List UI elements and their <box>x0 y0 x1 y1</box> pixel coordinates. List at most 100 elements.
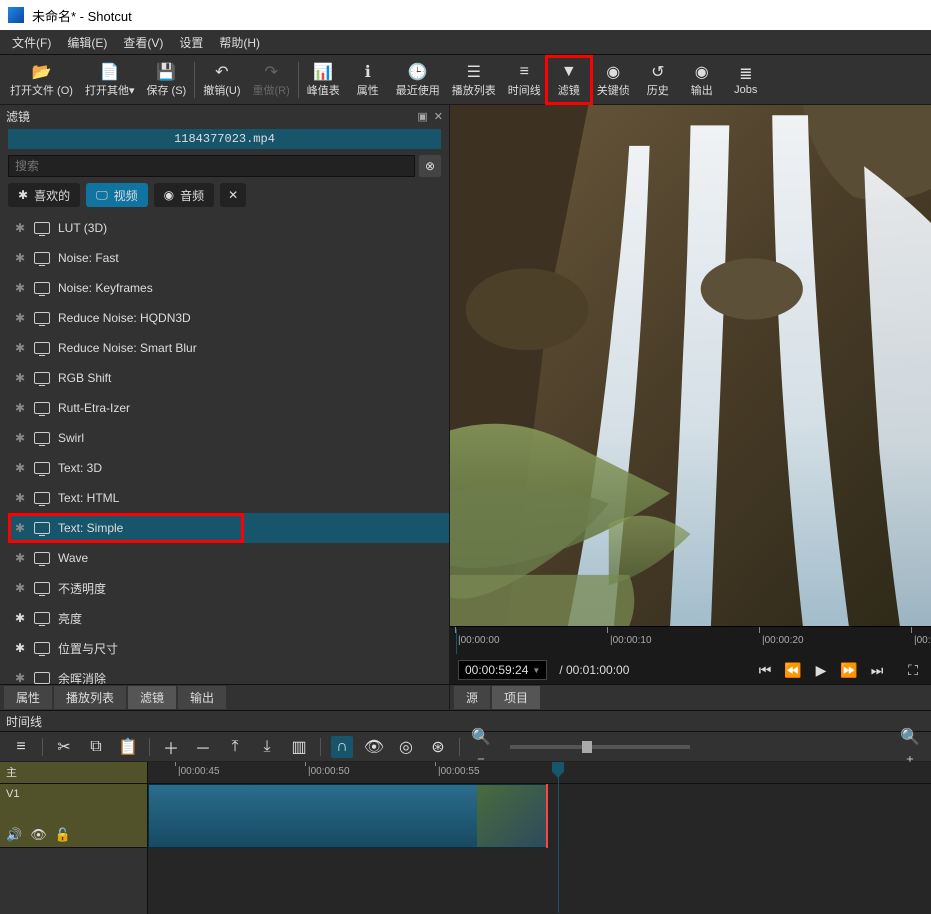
filter-item[interactable]: ✱余晖消除 <box>8 663 449 684</box>
favorite-star-icon[interactable]: ✱ <box>14 611 26 625</box>
timeline-clip[interactable] <box>148 784 548 848</box>
zoom-thumb[interactable] <box>582 741 592 753</box>
remove-button[interactable]: － <box>192 735 214 759</box>
favorite-star-icon[interactable]: ✱ <box>14 521 26 535</box>
ripple-all-button[interactable]: ⊛ <box>427 737 449 757</box>
source-project-tab[interactable]: 项目 <box>492 686 540 709</box>
favorite-star-icon[interactable]: ✱ <box>14 311 26 325</box>
tab-favorites[interactable]: ✱喜欢的 <box>8 183 80 207</box>
menu-item[interactable]: 帮助(H) <box>211 30 268 55</box>
timeline-menu-button[interactable]: ≡ <box>10 738 32 756</box>
undo-button[interactable]: ↶撤销(U) <box>197 57 246 103</box>
panel-tab[interactable]: 播放列表 <box>54 686 126 709</box>
lift-button[interactable]: ⤒ <box>224 738 246 756</box>
zoom-slider[interactable] <box>510 745 690 749</box>
current-timecode[interactable]: 00:00:59:24▼ <box>458 660 547 680</box>
timeline-tracks-area[interactable]: |00:00:45|00:00:50|00:00:55 <box>148 762 931 914</box>
paste-button[interactable]: 📋 <box>117 737 139 757</box>
snap-button[interactable]: ∩ <box>331 736 353 758</box>
tab-video[interactable]: 🖵视频 <box>86 183 148 207</box>
favorite-star-icon[interactable]: ✱ <box>14 641 26 655</box>
filter-item[interactable]: ✱Text: 3D <box>8 453 449 483</box>
favorite-star-icon[interactable]: ✱ <box>14 341 26 355</box>
filter-item[interactable]: ✱RGB Shift <box>8 363 449 393</box>
copy-button[interactable]: ⧉ <box>85 738 107 756</box>
overwrite-button[interactable]: ⤓ <box>256 738 278 756</box>
favorite-star-icon[interactable]: ✱ <box>14 281 26 295</box>
filter-item[interactable]: ✱Wave <box>8 543 449 573</box>
filter-item[interactable]: ✱Noise: Fast <box>8 243 449 273</box>
properties-button[interactable]: ℹ属性 <box>346 57 390 103</box>
cut-button[interactable]: ✂ <box>53 737 75 757</box>
rewind-button[interactable]: ⏪ <box>783 662 803 679</box>
panel-close-icon[interactable]: ✕ <box>434 110 443 123</box>
panel-float-icon[interactable]: ▣ <box>417 110 427 123</box>
favorite-star-icon[interactable]: ✱ <box>14 461 26 475</box>
favorite-star-icon[interactable]: ✱ <box>14 431 26 445</box>
keyframes-button[interactable]: ◉关键侦 <box>591 57 636 103</box>
timeline-master-header[interactable]: 主 <box>0 762 147 784</box>
peak-meter-button[interactable]: 📊峰值表 <box>301 57 346 103</box>
tab-audio[interactable]: ◉音频 <box>154 183 215 207</box>
filter-search-input[interactable] <box>8 155 415 177</box>
fullscreen-button[interactable]: ⛶ <box>903 662 923 679</box>
filter-item[interactable]: ✱Text: Simple <box>8 513 449 543</box>
panel-tab[interactable]: 滤镜 <box>128 686 176 709</box>
favorite-star-icon[interactable]: ✱ <box>14 551 26 565</box>
close-filter-picker-button[interactable]: ✕ <box>220 183 246 207</box>
play-button[interactable]: ▶ <box>811 662 831 679</box>
clear-search-button[interactable]: ⊗ <box>419 155 441 177</box>
panel-tab[interactable]: 属性 <box>4 686 52 709</box>
playlist-button[interactable]: ☰播放列表 <box>446 57 502 103</box>
filter-item[interactable]: ✱Rutt-Etra-Izer <box>8 393 449 423</box>
filter-item[interactable]: ✱LUT (3D) <box>8 213 449 243</box>
preview-time-ruler[interactable]: |00:00:00|00:00:10|00:00:20|00:00: <box>450 626 931 656</box>
zoom-in-button[interactable]: 🔍₊ <box>899 727 921 767</box>
filter-item[interactable]: ✱Swirl <box>8 423 449 453</box>
timeline-ruler[interactable]: |00:00:45|00:00:50|00:00:55 <box>148 762 931 784</box>
favorite-star-icon[interactable]: ✱ <box>14 491 26 505</box>
filter-item[interactable]: ✱亮度 <box>8 603 449 633</box>
open-file-button[interactable]: 📂打开文件 (O) <box>4 57 79 103</box>
mute-icon[interactable]: 🔊 <box>6 827 22 843</box>
skip-start-button[interactable]: ⏮ <box>755 662 775 679</box>
favorite-star-icon[interactable]: ✱ <box>14 251 26 265</box>
panel-tab[interactable]: 输出 <box>178 686 226 709</box>
save-button[interactable]: 💾保存 (S) <box>140 57 192 103</box>
timeline-button[interactable]: ≡时间线 <box>502 57 547 103</box>
favorite-star-icon[interactable]: ✱ <box>14 671 26 684</box>
hide-icon[interactable]: 👁 <box>30 827 47 843</box>
favorite-star-icon[interactable]: ✱ <box>14 581 26 595</box>
track-header-v1[interactable]: V1 🔊 👁 🔓 <box>0 784 147 848</box>
source-project-tab[interactable]: 源 <box>454 686 490 709</box>
filter-item[interactable]: ✱Reduce Noise: Smart Blur <box>8 333 449 363</box>
dropdown-icon[interactable]: ▼ <box>532 666 540 675</box>
menu-item[interactable]: 查看(V) <box>115 30 171 55</box>
recent-button[interactable]: 🕒最近使用 <box>390 57 446 103</box>
filter-item[interactable]: ✱位置与尺寸 <box>8 633 449 663</box>
filter-item[interactable]: ✱不透明度 <box>8 573 449 603</box>
filters-button[interactable]: ▼滤镜 <box>547 57 591 103</box>
jobs-button[interactable]: ≣Jobs <box>724 57 768 103</box>
history-button[interactable]: ↺历史 <box>636 57 680 103</box>
redo-button[interactable]: ↷重做(R) <box>247 57 296 103</box>
menu-item[interactable]: 设置 <box>171 30 211 55</box>
zoom-out-button[interactable]: 🔍₋ <box>470 727 492 767</box>
video-preview[interactable] <box>450 105 931 626</box>
ripple-button[interactable]: ◎ <box>395 737 417 757</box>
lock-icon[interactable]: 🔓 <box>55 827 71 843</box>
favorite-star-icon[interactable]: ✱ <box>14 221 26 235</box>
filter-item[interactable]: ✱Text: HTML <box>8 483 449 513</box>
append-button[interactable]: ＋ <box>160 735 182 759</box>
filter-item[interactable]: ✱Reduce Noise: HQDN3D <box>8 303 449 333</box>
split-button[interactable]: ▥ <box>288 737 310 757</box>
open-other-button[interactable]: 📄打开其他▾ <box>79 57 141 103</box>
forward-button[interactable]: ⏩ <box>839 662 859 679</box>
favorite-star-icon[interactable]: ✱ <box>14 401 26 415</box>
menu-item[interactable]: 文件(F) <box>4 30 59 55</box>
favorite-star-icon[interactable]: ✱ <box>14 371 26 385</box>
skip-end-button[interactable]: ⏭ <box>867 662 887 679</box>
filter-item[interactable]: ✱Noise: Keyframes <box>8 273 449 303</box>
export-button[interactable]: ◉输出 <box>680 57 724 103</box>
menu-item[interactable]: 编辑(E) <box>59 30 115 55</box>
